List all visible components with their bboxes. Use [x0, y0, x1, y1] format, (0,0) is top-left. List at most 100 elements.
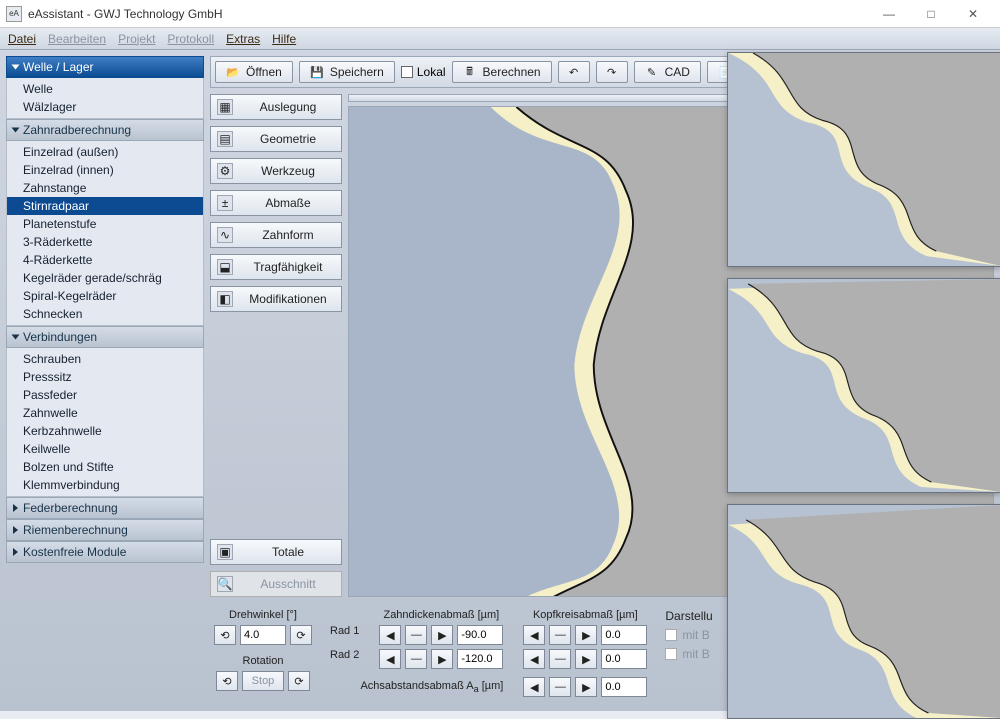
mitb2-label: mit B [682, 647, 709, 661]
tree-item[interactable]: Planetenstufe [7, 215, 203, 233]
kopfkreis-label: Kopfkreisabmaß [µm] [523, 609, 647, 621]
tree-item[interactable]: Presssitz [7, 368, 203, 386]
menu-hilfe[interactable]: Hilfe [272, 32, 296, 46]
mitb2-checkbox[interactable] [665, 648, 677, 660]
rotate-left-button[interactable]: ⟲ [214, 625, 236, 645]
menu-datei[interactable]: Datei [8, 32, 36, 46]
inc-button[interactable]: ▶ [431, 625, 453, 645]
dec-button[interactable]: ◀ [379, 625, 401, 645]
reset-button[interactable]: — [405, 649, 427, 669]
tree-item[interactable]: Bolzen und Stifte [7, 458, 203, 476]
tree-item[interactable]: Passfeder [7, 386, 203, 404]
btn-label: Berechnen [483, 65, 541, 79]
tree-item[interactable]: Keilwelle [7, 440, 203, 458]
menu-extras[interactable]: Extras [226, 32, 260, 46]
cluster-darstellung: Darstellu mit B mit B [665, 609, 712, 661]
tree-item[interactable]: Kegelräder gerade/schräg [7, 269, 203, 287]
close-button[interactable]: ✕ [952, 0, 994, 28]
tree-item[interactable]: 3-Räderkette [7, 233, 203, 251]
reset-button[interactable]: — [549, 625, 571, 645]
floating-preview-3[interactable] [727, 504, 1000, 719]
inc-button[interactable]: ▶ [575, 625, 597, 645]
tab-modifikationen[interactable]: ◧Modifikationen [210, 286, 342, 312]
tree-item-welle[interactable]: Welle [7, 80, 203, 98]
rad2-z-input[interactable] [457, 649, 503, 669]
view-ausschnitt[interactable]: 🔍Ausschnitt [210, 571, 342, 597]
tree-item[interactable]: Kerbzahnwelle [7, 422, 203, 440]
redo-button[interactable]: ↷ [596, 61, 628, 83]
section-riemen[interactable]: Riemenberechnung [6, 519, 204, 541]
floating-preview-1[interactable] [727, 52, 1000, 267]
tab-abmasse[interactable]: ±Abmaße [210, 190, 342, 216]
section-welle-lager-body: Welle Wälzlager [6, 78, 204, 119]
menu-protokoll[interactable]: Protokoll [167, 32, 214, 46]
section-verbindungen-body: Schrauben Presssitz Passfeder Zahnwelle … [6, 348, 204, 497]
cad-icon: ✎ [645, 65, 659, 79]
menubar: Datei Bearbeiten Projekt Protokoll Extra… [0, 28, 1000, 50]
achsabstand-input[interactable] [601, 677, 647, 697]
menu-bearbeiten[interactable]: Bearbeiten [48, 32, 106, 46]
section-kostenfrei[interactable]: Kostenfreie Module [6, 541, 204, 563]
rotate-right-button[interactable]: ⟳ [290, 625, 312, 645]
zoom-icon: 🔍 [217, 576, 233, 592]
menu-projekt[interactable]: Projekt [118, 32, 155, 46]
tree-item[interactable]: Zahnstange [7, 179, 203, 197]
zahndicken-label: Zahndickenabmaß [µm] [379, 609, 503, 621]
reset-button[interactable]: — [549, 677, 571, 697]
section-verbindungen[interactable]: Verbindungen [6, 326, 204, 348]
section-label: Federberechnung [23, 501, 118, 515]
tab-tragfaehigkeit[interactable]: ⬓Tragfähigkeit [210, 254, 342, 280]
inc-button[interactable]: ▶ [431, 649, 453, 669]
minimize-button[interactable]: — [868, 0, 910, 28]
tree-item-waelzlager[interactable]: Wälzlager [7, 98, 203, 116]
mitb1-checkbox[interactable] [665, 629, 677, 641]
local-checkbox[interactable] [401, 66, 413, 78]
maximize-button[interactable]: □ [910, 0, 952, 28]
section-zahnrad[interactable]: Zahnradberechnung [6, 119, 204, 141]
save-button[interactable]: 💾 Speichern [299, 61, 395, 83]
tree-item-stirnradpaar[interactable]: Stirnradpaar [7, 197, 203, 215]
dec-button[interactable]: ◀ [523, 625, 545, 645]
open-button[interactable]: 📂 Öffnen [215, 61, 293, 83]
drehwinkel-input[interactable] [240, 625, 286, 645]
reset-button[interactable]: — [405, 625, 427, 645]
cluster-abmass: Zahndickenabmaß [µm] Kopfkreisabmaß [µm]… [330, 609, 647, 697]
rad1-k-input[interactable] [601, 625, 647, 645]
tree-item[interactable]: Spiral-Kegelräder [7, 287, 203, 305]
rad1-z-input[interactable] [457, 625, 503, 645]
dec-button[interactable]: ◀ [523, 677, 545, 697]
rotation-stop-button[interactable]: Stop [242, 671, 284, 691]
tab-auslegung[interactable]: ▦Auslegung [210, 94, 342, 120]
undo-button[interactable]: ↶ [558, 61, 590, 83]
tree-item[interactable]: Zahnwelle [7, 404, 203, 422]
titlebar: eA eAssistant - GWJ Technology GmbH — □ … [0, 0, 1000, 28]
tree-item[interactable]: Einzelrad (innen) [7, 161, 203, 179]
tree-item[interactable]: Einzelrad (außen) [7, 143, 203, 161]
rad2-k-input[interactable] [601, 649, 647, 669]
dec-button[interactable]: ◀ [379, 649, 401, 669]
gear-mesh-icon [728, 505, 1000, 718]
inc-button[interactable]: ▶ [575, 677, 597, 697]
cad-button[interactable]: ✎ CAD [634, 61, 701, 83]
tree-item[interactable]: Schrauben [7, 350, 203, 368]
tree-item[interactable]: 4-Räderkette [7, 251, 203, 269]
reset-button[interactable]: — [549, 649, 571, 669]
view-totale[interactable]: ▣Totale [210, 539, 342, 565]
gear-mesh-icon [728, 279, 1000, 492]
section-feder[interactable]: Federberechnung [6, 497, 204, 519]
tab-werkzeug[interactable]: ⚙Werkzeug [210, 158, 342, 184]
tree-item[interactable]: Schnecken [7, 305, 203, 323]
tree-item[interactable]: Klemmverbindung [7, 476, 203, 494]
rotate-cw-button[interactable]: ⟳ [288, 671, 310, 691]
inc-button[interactable]: ▶ [575, 649, 597, 669]
calculate-button[interactable]: 🖩 Berechnen [452, 61, 552, 83]
floating-preview-2[interactable] [727, 278, 1000, 493]
tab-geometrie[interactable]: ▤Geometrie [210, 126, 342, 152]
dec-button[interactable]: ◀ [523, 649, 545, 669]
strength-icon: ⬓ [217, 259, 233, 275]
tab-zahnform[interactable]: ∿Zahnform [210, 222, 342, 248]
chevron-right-icon [13, 548, 18, 556]
rotate-ccw-button[interactable]: ⟲ [216, 671, 238, 691]
section-welle-lager[interactable]: Welle / Lager [6, 56, 204, 78]
cluster-drehwinkel: Drehwinkel [°] ⟲ ⟳ Rotation ⟲ Stop ⟳ [214, 609, 312, 691]
